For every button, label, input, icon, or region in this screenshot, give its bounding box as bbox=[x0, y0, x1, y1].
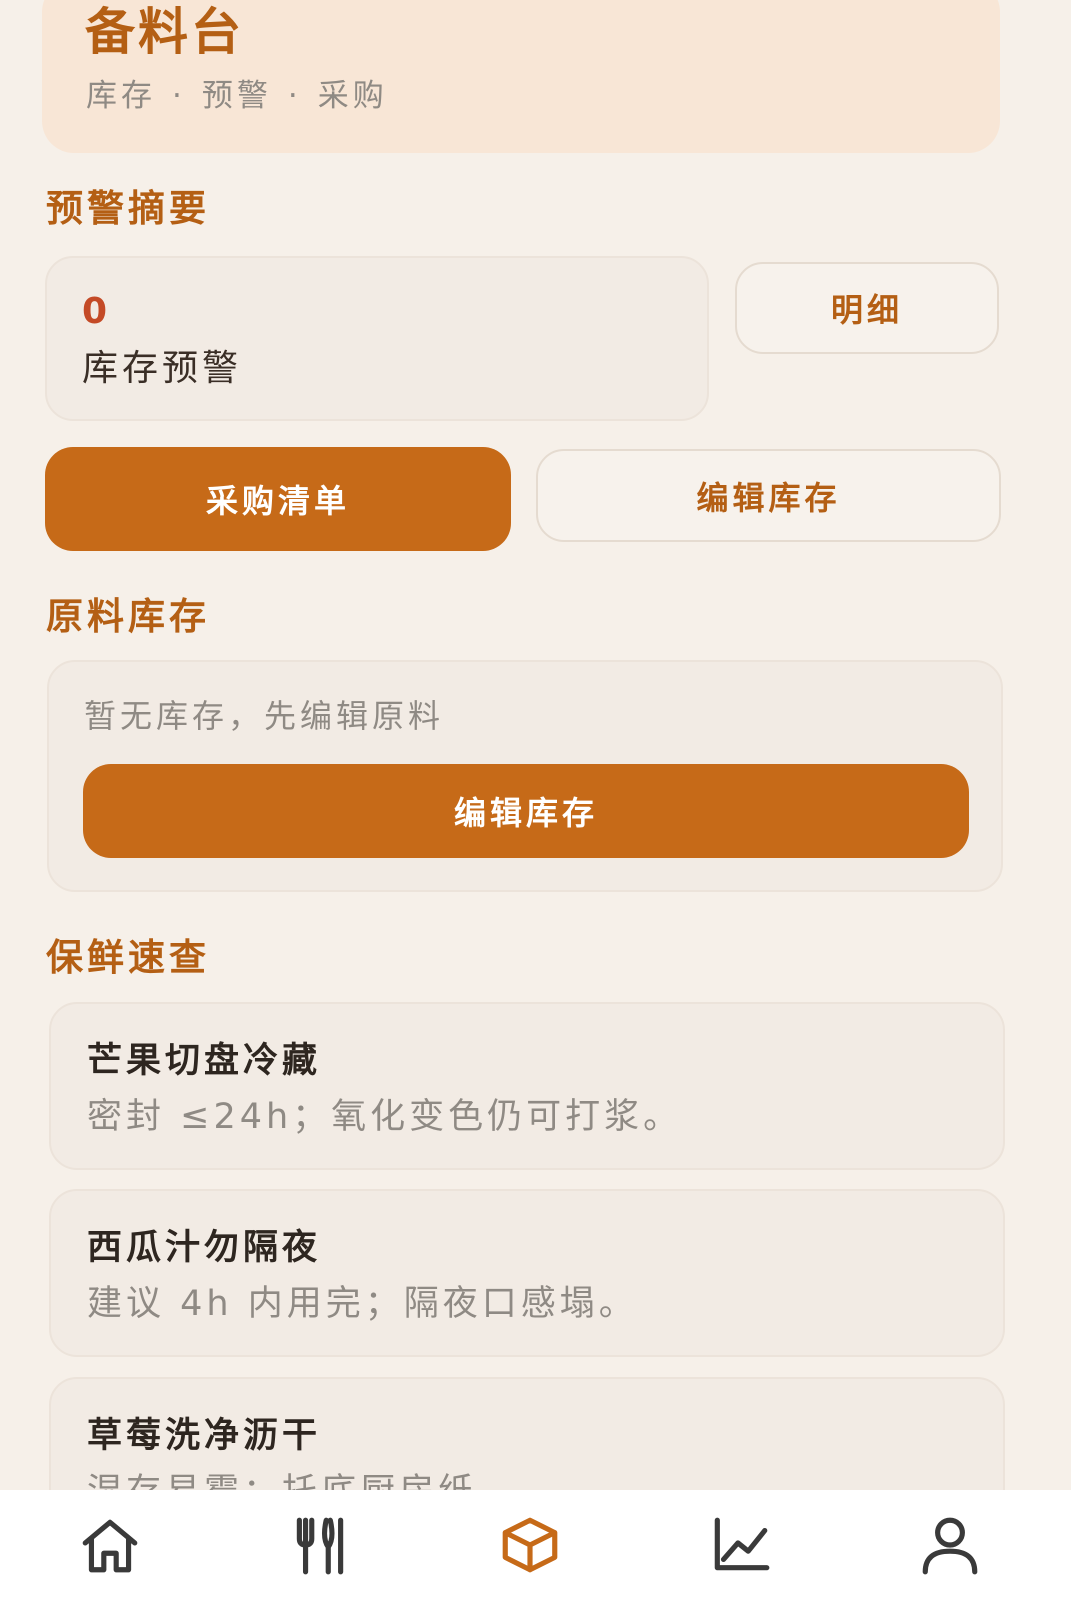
freshness-tip-card[interactable]: 西瓜汁勿隔夜 建议 4h 内用完；隔夜口感塌。 bbox=[49, 1189, 1005, 1357]
tip-title: 草莓洗净沥干 bbox=[87, 1416, 322, 1456]
purchase-list-button[interactable]: 采购清单 bbox=[45, 447, 511, 551]
freshness-section-title: 保鲜速查 bbox=[46, 936, 210, 979]
bottom-tab-bar bbox=[0, 1490, 1071, 1599]
detail-button[interactable]: 明细 bbox=[735, 262, 999, 354]
home-icon bbox=[82, 1519, 138, 1573]
page-title: 备料台 bbox=[85, 3, 244, 61]
user-icon bbox=[922, 1517, 978, 1575]
tab-menu[interactable] bbox=[280, 1510, 360, 1580]
tip-title: 西瓜汁勿隔夜 bbox=[87, 1228, 322, 1268]
stock-card: 暂无库存，先编辑原料 编辑库存 bbox=[47, 660, 1003, 892]
tip-description: 建议 4h 内用完；隔夜口感塌。 bbox=[87, 1284, 638, 1324]
prep-station-page: 备料台 库存 · 预警 · 采购 预警摘要 0 库存预警 明细 采购清单 编辑库… bbox=[0, 0, 1071, 1599]
tip-title: 芒果切盘冷藏 bbox=[87, 1041, 322, 1081]
stock-section-title: 原料库存 bbox=[46, 595, 210, 638]
subtitle-item-alert: 预警 bbox=[201, 78, 272, 114]
freshness-tip-card[interactable]: 芒果切盘冷藏 密封 ≤24h；氧化变色仍可打浆。 bbox=[49, 1002, 1005, 1170]
box-icon bbox=[502, 1517, 558, 1573]
alert-section-title: 预警摘要 bbox=[46, 187, 210, 230]
subtitle-item-purchase: 采购 bbox=[317, 78, 388, 114]
tab-profile[interactable] bbox=[910, 1510, 990, 1580]
page-subtitle: 库存 · 预警 · 采购 bbox=[86, 76, 388, 116]
tab-stats[interactable] bbox=[700, 1510, 780, 1580]
subtitle-item-stock: 库存 bbox=[86, 78, 156, 114]
tab-home[interactable] bbox=[70, 1510, 150, 1580]
chart-icon bbox=[714, 1517, 770, 1571]
subtitle-separator: · bbox=[172, 78, 186, 114]
utensils-icon bbox=[296, 1517, 344, 1575]
alert-label: 库存预警 bbox=[82, 348, 243, 389]
subtitle-separator: · bbox=[287, 78, 302, 114]
stock-empty-text: 暂无库存，先编辑原料 bbox=[84, 697, 445, 735]
stock-edit-button[interactable]: 编辑库存 bbox=[83, 764, 969, 858]
tip-description: 密封 ≤24h；氧化变色仍可打浆。 bbox=[87, 1097, 683, 1137]
edit-stock-button[interactable]: 编辑库存 bbox=[536, 449, 1001, 542]
alert-count: 0 bbox=[82, 291, 108, 332]
tab-inventory[interactable] bbox=[490, 1510, 570, 1580]
stock-alert-card[interactable]: 0 库存预警 bbox=[45, 256, 709, 421]
